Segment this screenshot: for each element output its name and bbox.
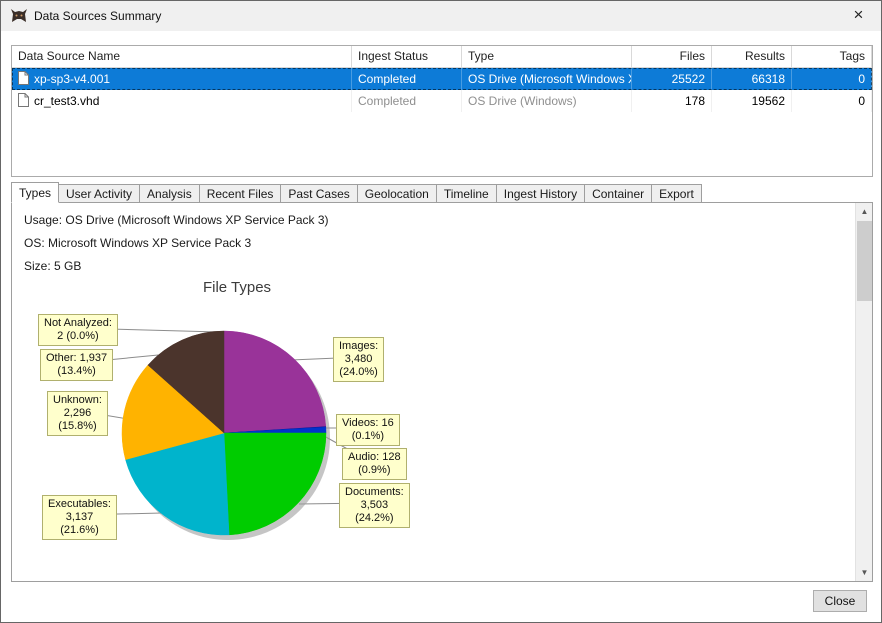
file-icon [18, 92, 29, 106]
cell-name: xp-sp3-v4.001 [12, 68, 352, 90]
cell-tags: 0 [792, 90, 872, 112]
vertical-scrollbar[interactable]: ▲ ▼ [855, 203, 872, 581]
cell-files: 178 [632, 90, 712, 112]
pie-callout-documents: Documents: 3,503 (24.2%) [339, 483, 410, 528]
tab-ingest-history[interactable]: Ingest History [497, 184, 585, 203]
size-text: Size: 5 GB [24, 259, 81, 273]
pie-callout-unknown: Unknown: 2,296 (15.8%) [47, 391, 108, 436]
cell-results: 66318 [712, 68, 792, 90]
tab-geolocation[interactable]: Geolocation [358, 184, 437, 203]
tab-timeline[interactable]: Timeline [437, 184, 497, 203]
column-header-tags[interactable]: Tags [792, 46, 872, 67]
pie-callout-other: Other: 1,937 (13.4%) [40, 349, 113, 381]
os-text: OS: Microsoft Windows XP Service Pack 3 [24, 236, 251, 250]
usage-text: Usage: OS Drive (Microsoft Windows XP Se… [24, 213, 329, 227]
window-close-button[interactable]: × [836, 1, 881, 31]
cell-type: OS Drive (Windows) [462, 90, 632, 112]
pie-callout-videos: Videos: 16 (0.1%) [336, 414, 400, 446]
column-header-type[interactable]: Type [462, 46, 632, 67]
tab-analysis[interactable]: Analysis [140, 184, 200, 203]
tab-recent-files[interactable]: Recent Files [200, 184, 282, 203]
tab-container[interactable]: Container [585, 184, 652, 203]
pie-callout-images: Images: 3,480 (24.0%) [333, 337, 384, 382]
types-panel: Usage: OS Drive (Microsoft Windows XP Se… [11, 202, 873, 582]
tab-export[interactable]: Export [652, 184, 702, 203]
column-header-files[interactable]: Files [632, 46, 712, 67]
data-source-name: cr_test3.vhd [34, 94, 99, 108]
data-sources-table: Data Source Name Ingest Status Type File… [11, 45, 873, 177]
pie-callout-not-analyzed: Not Analyzed: 2 (0.0%) [38, 314, 118, 346]
summary-tabbar: Types User Activity Analysis Recent File… [11, 182, 871, 203]
scroll-down-icon[interactable]: ▼ [856, 564, 873, 581]
cell-name: cr_test3.vhd [12, 90, 352, 112]
tab-past-cases[interactable]: Past Cases [281, 184, 357, 203]
column-header-status[interactable]: Ingest Status [352, 46, 462, 67]
cell-type: OS Drive (Microsoft Windows X... [462, 68, 632, 90]
cell-files: 25522 [632, 68, 712, 90]
data-sources-summary-dialog: Data Sources Summary × Data Source Name … [0, 0, 882, 623]
autopsy-logo-icon [9, 6, 29, 26]
title-bar: Data Sources Summary × [1, 1, 881, 31]
table-row[interactable]: xp-sp3-v4.001 Completed OS Drive (Micros… [12, 68, 872, 90]
pie-callout-audio: Audio: 128 (0.9%) [342, 448, 407, 480]
table-row[interactable]: cr_test3.vhd Completed OS Drive (Windows… [12, 90, 872, 112]
table-header: Data Source Name Ingest Status Type File… [12, 46, 872, 68]
tab-user-activity[interactable]: User Activity [59, 184, 140, 203]
scroll-up-icon[interactable]: ▲ [856, 203, 873, 220]
tab-types[interactable]: Types [11, 182, 59, 203]
scrollbar-thumb[interactable] [857, 221, 872, 301]
cell-tags: 0 [792, 68, 872, 90]
cell-status: Completed [352, 90, 462, 112]
pie-callout-executables: Executables: 3,137 (21.6%) [42, 495, 117, 540]
cell-results: 19562 [712, 90, 792, 112]
data-source-name: xp-sp3-v4.001 [34, 72, 110, 86]
column-header-results[interactable]: Results [712, 46, 792, 67]
file-icon [18, 70, 29, 84]
close-button[interactable]: Close [813, 590, 867, 612]
window-title: Data Sources Summary [34, 9, 161, 23]
cell-status: Completed [352, 68, 462, 90]
column-header-name[interactable]: Data Source Name [12, 46, 352, 67]
